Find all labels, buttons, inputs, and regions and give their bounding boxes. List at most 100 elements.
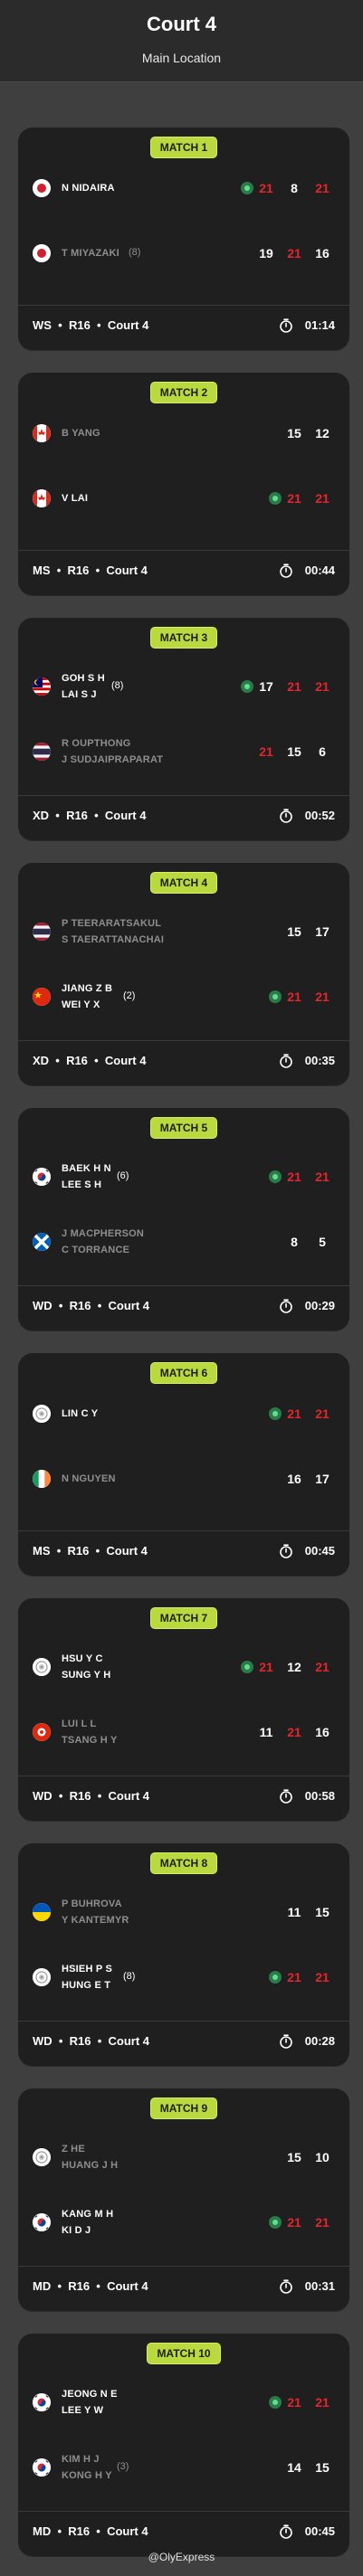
match-badge-wrap: MATCH 10 bbox=[18, 2343, 349, 2364]
separator-dot: • bbox=[51, 2524, 69, 2538]
set-score: 21 bbox=[315, 2215, 330, 2230]
player-names: HSIEH P S HUNG E T bbox=[62, 1961, 112, 1994]
match-duration: 00:28 bbox=[304, 2034, 335, 2048]
set-score: 21 bbox=[315, 1170, 330, 1184]
player-name: HUANG J H bbox=[62, 2160, 119, 2171]
match-badge-wrap: MATCH 8 bbox=[18, 1852, 349, 1874]
match-badge-wrap: MATCH 5 bbox=[18, 1117, 349, 1139]
taipei-flag bbox=[33, 1405, 51, 1423]
match-info: WD • R16 • Court 4 bbox=[33, 2034, 149, 2048]
set-score: 21 bbox=[315, 1660, 330, 1674]
set-score: 11 bbox=[287, 1905, 301, 1919]
player-names: J MACPHERSON C TORRANCE bbox=[62, 1226, 144, 1258]
separator-dot: • bbox=[90, 2279, 108, 2293]
match-badge-wrap: MATCH 3 bbox=[18, 627, 349, 649]
match-badge-wrap: MATCH 6 bbox=[18, 1362, 349, 1384]
player-name: TSANG H Y bbox=[62, 1735, 118, 1746]
set-score: 21 bbox=[287, 679, 301, 694]
taipei-flag bbox=[33, 1658, 51, 1676]
seed-label: (6) bbox=[117, 1170, 129, 1181]
set-score: 21 bbox=[287, 1406, 301, 1421]
team-row-top: P TEERARATSAKUL S TAERATTANACHAI 15 17 bbox=[18, 915, 349, 961]
set-score: 21 bbox=[287, 491, 301, 506]
set-score: 21 bbox=[315, 491, 330, 506]
player-names: N NIDAIRA bbox=[62, 180, 115, 196]
match-card[interactable]: MATCH 6 LIN C Y 21 21 N NGUYEN 16 17 MS • R16 •… bbox=[18, 1353, 349, 1576]
match-card[interactable]: MATCH 9 Z HE HUANG J H 15 10 KANG M H KI D J 21… bbox=[18, 2088, 349, 2311]
set-score: 6 bbox=[319, 744, 326, 759]
match-round: R16 bbox=[67, 1544, 90, 1558]
serving-indicator-icon bbox=[269, 1170, 282, 1183]
match-card[interactable]: MATCH 4 P TEERARATSAKUL S TAERATTANACHAI 15… bbox=[18, 863, 349, 1085]
set-score: 21 bbox=[287, 2215, 301, 2230]
match-court: Court 4 bbox=[107, 2524, 148, 2538]
set-score: 21 bbox=[287, 990, 301, 1004]
taipei-flag bbox=[33, 1968, 51, 1986]
separator-dot: • bbox=[51, 2279, 69, 2293]
set-score: 21 bbox=[315, 679, 330, 694]
player-name: HSU Y C bbox=[62, 1653, 103, 1664]
match-info: MD • R16 • Court 4 bbox=[33, 2279, 148, 2293]
match-duration: 00:29 bbox=[304, 1299, 335, 1312]
set-score: 17 bbox=[259, 679, 273, 694]
separator-dot: • bbox=[87, 1054, 105, 1067]
match-card[interactable]: MATCH 7 HSU Y C SUNG Y H 21 12 21 LUI L L TSANG… bbox=[18, 1598, 349, 1821]
player-name: R OUPTHONG bbox=[62, 738, 131, 749]
match-card[interactable]: MATCH 2 B YANG 15 12 V LAI 21 21 MS • R16 • Cou… bbox=[18, 373, 349, 595]
seed-label: (8) bbox=[111, 680, 124, 691]
match-court: Court 4 bbox=[108, 1299, 150, 1312]
match-card[interactable]: MATCH 1 N NIDAIRA 21 8 21 T MIYAZAKI (8) 19 21 16… bbox=[18, 128, 349, 350]
set-score: 21 bbox=[315, 1406, 330, 1421]
set-score: 8 bbox=[291, 181, 298, 195]
serving-indicator-icon bbox=[241, 680, 253, 693]
player-names: T MIYAZAKI bbox=[62, 245, 119, 261]
player-name: J SUDJAIPRAPARAT bbox=[62, 754, 164, 765]
player-name: JIANG Z B bbox=[62, 983, 113, 994]
match-duration: 01:14 bbox=[304, 318, 335, 332]
card-divider bbox=[18, 305, 349, 306]
player-name: T MIYAZAKI bbox=[62, 248, 119, 259]
card-divider bbox=[18, 1285, 349, 1286]
seed-label: (8) bbox=[123, 1971, 136, 1982]
match-court: Court 4 bbox=[106, 1544, 148, 1558]
card-divider bbox=[18, 550, 349, 551]
match-duration: 00:45 bbox=[304, 2524, 335, 2538]
seed-label: (3) bbox=[117, 2461, 129, 2472]
set-score: 10 bbox=[315, 2150, 330, 2164]
match-round: R16 bbox=[68, 2524, 91, 2538]
team-row-top: BAEK H N LEE S H (6) 21 21 bbox=[18, 1160, 349, 1206]
match-footer: MS • R16 • Court 4 00:45 bbox=[33, 1541, 335, 1563]
match-card[interactable]: MATCH 10 JEONG N E LEE Y W 21 21 KIM H J KONG … bbox=[18, 2334, 349, 2556]
player-name: Z HE bbox=[62, 2144, 85, 2155]
match-round: R16 bbox=[66, 809, 88, 822]
match-court: Court 4 bbox=[108, 2034, 150, 2048]
ireland-flag bbox=[33, 1470, 51, 1488]
set-score: 21 bbox=[287, 246, 301, 260]
match-card[interactable]: MATCH 5 BAEK H N LEE S H (6) 21 21 J MACPHERSO… bbox=[18, 1108, 349, 1331]
match-info: MS • R16 • Court 4 bbox=[33, 1544, 148, 1558]
match-round: R16 bbox=[69, 1789, 91, 1803]
match-card[interactable]: MATCH 3 GOH S H LAI S J (8) 17 21 21 R OUPTHONG… bbox=[18, 618, 349, 840]
set-score: 17 bbox=[315, 924, 330, 939]
match-event: MD bbox=[33, 2279, 52, 2293]
match-number-badge: MATCH 6 bbox=[149, 1362, 218, 1384]
match-badge-wrap: MATCH 2 bbox=[18, 382, 349, 403]
player-name: HUNG E T bbox=[62, 1980, 111, 1991]
card-divider bbox=[18, 2266, 349, 2267]
player-name: LEE Y W bbox=[62, 2405, 104, 2416]
timer-icon bbox=[279, 1789, 293, 1804]
match-badge-wrap: MATCH 1 bbox=[18, 137, 349, 158]
match-card[interactable]: MATCH 8P BUHROVA Y KANTEMYR 11 15 HSIEH P SH… bbox=[18, 1843, 349, 2066]
china-flag bbox=[33, 988, 51, 1006]
player-name: KIM H J bbox=[62, 2454, 100, 2465]
team-row-bottom: T MIYAZAKI (8) 19 21 16 bbox=[18, 244, 349, 290]
set-score: 15 bbox=[315, 2460, 330, 2475]
match-round: R16 bbox=[67, 564, 90, 577]
player-names: Z HE HUANG J H bbox=[62, 2141, 118, 2174]
player-name: HSIEH P S bbox=[62, 1964, 113, 1975]
set-score: 5 bbox=[319, 1235, 326, 1249]
match-info: MS • R16 • Court 4 bbox=[33, 564, 148, 577]
match-number-badge: MATCH 1 bbox=[149, 137, 218, 158]
player-names: BAEK H N LEE S H bbox=[62, 1160, 111, 1193]
set-score: 16 bbox=[315, 246, 330, 260]
